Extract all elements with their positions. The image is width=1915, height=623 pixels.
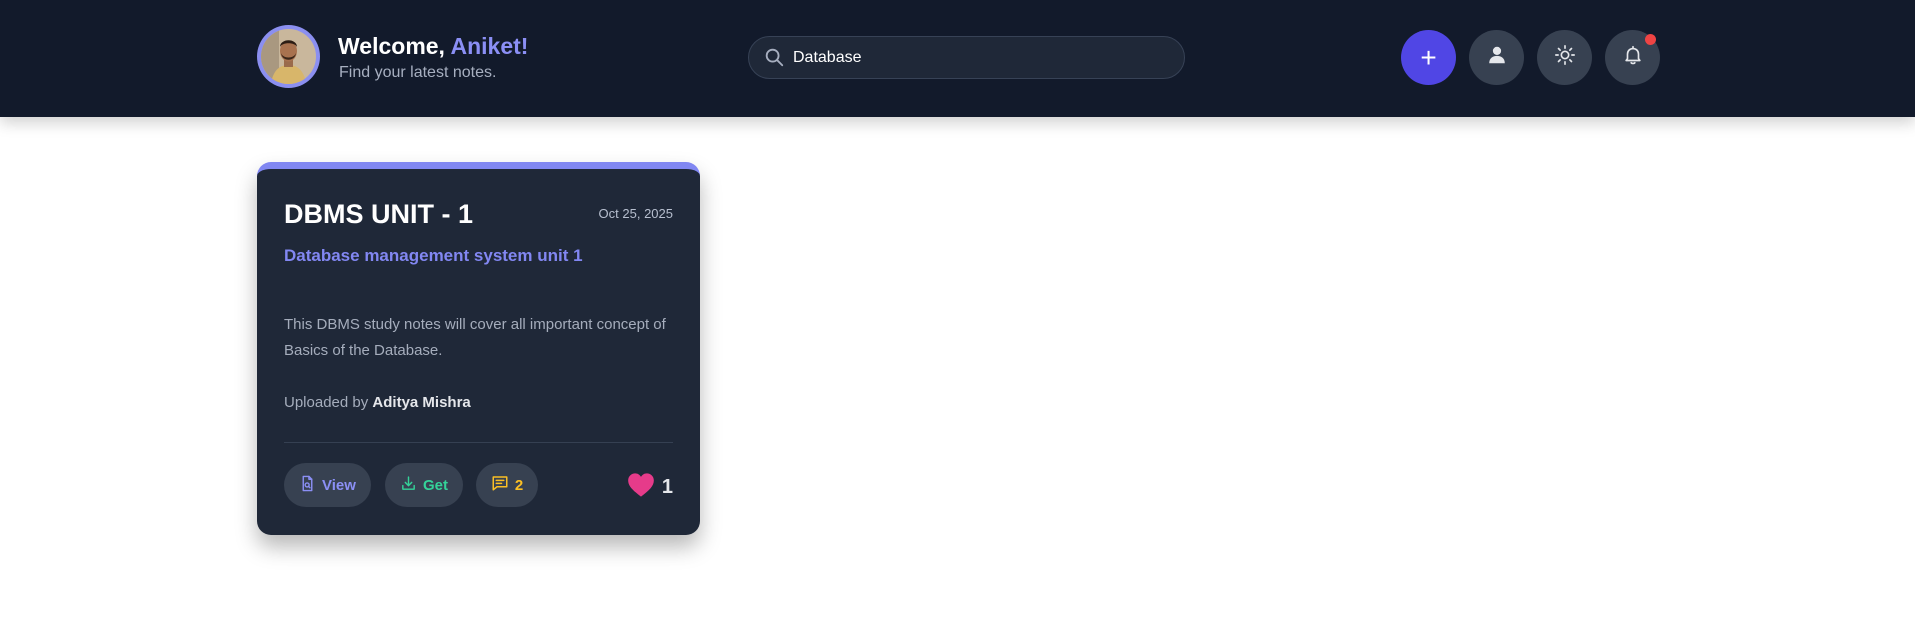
- user-name: Aniket!: [450, 33, 529, 59]
- note-description: This DBMS study notes will cover all imp…: [284, 316, 666, 359]
- search-input[interactable]: [793, 37, 1173, 78]
- likes: 1: [627, 472, 673, 503]
- uploader-line: Uploaded by Aditya Mishra: [284, 394, 471, 411]
- plus-icon: +: [1420, 41, 1437, 73]
- user-icon: [1486, 44, 1508, 71]
- heart-icon[interactable]: [627, 472, 655, 503]
- get-label: Get: [422, 476, 448, 494]
- search-bar: [748, 36, 1185, 79]
- top-bar: Welcome, Aniket! Find your latest notes.…: [0, 0, 1915, 117]
- sun-icon: [1554, 44, 1576, 71]
- search-icon: [763, 46, 785, 68]
- welcome-prefix: Welcome,: [338, 33, 451, 59]
- note-title: DBMS UNIT - 1: [284, 199, 473, 229]
- avatar-photo: [261, 29, 316, 84]
- avatar[interactable]: [257, 25, 320, 88]
- comments-button[interactable]: 2: [476, 463, 538, 507]
- card-divider: [284, 442, 673, 443]
- download-icon: [400, 475, 417, 496]
- note-card: DBMS UNIT - 1 Oct 25, 2025 Database mana…: [257, 162, 700, 535]
- welcome-subtitle: Find your latest notes.: [339, 64, 497, 81]
- note-date: Oct 25, 2025: [598, 206, 673, 221]
- view-label: View: [322, 476, 356, 494]
- add-note-button[interactable]: +: [1401, 30, 1456, 85]
- view-button[interactable]: View: [284, 463, 371, 507]
- file-search-icon: [299, 475, 316, 496]
- uploader-name: Aditya Mishra: [372, 394, 471, 411]
- comments-count: 2: [514, 476, 524, 494]
- get-button[interactable]: Get: [385, 463, 463, 507]
- profile-button[interactable]: [1469, 30, 1524, 85]
- likes-count: 1: [661, 476, 673, 498]
- notification-dot: [1645, 34, 1656, 45]
- uploaded-by-label: Uploaded by: [284, 394, 369, 411]
- welcome-heading: Welcome, Aniket!: [338, 33, 528, 60]
- theme-toggle-button[interactable]: [1537, 30, 1592, 85]
- note-subtitle: Database management system unit 1: [284, 246, 583, 265]
- comment-icon: [491, 474, 509, 496]
- bell-icon: [1622, 44, 1644, 71]
